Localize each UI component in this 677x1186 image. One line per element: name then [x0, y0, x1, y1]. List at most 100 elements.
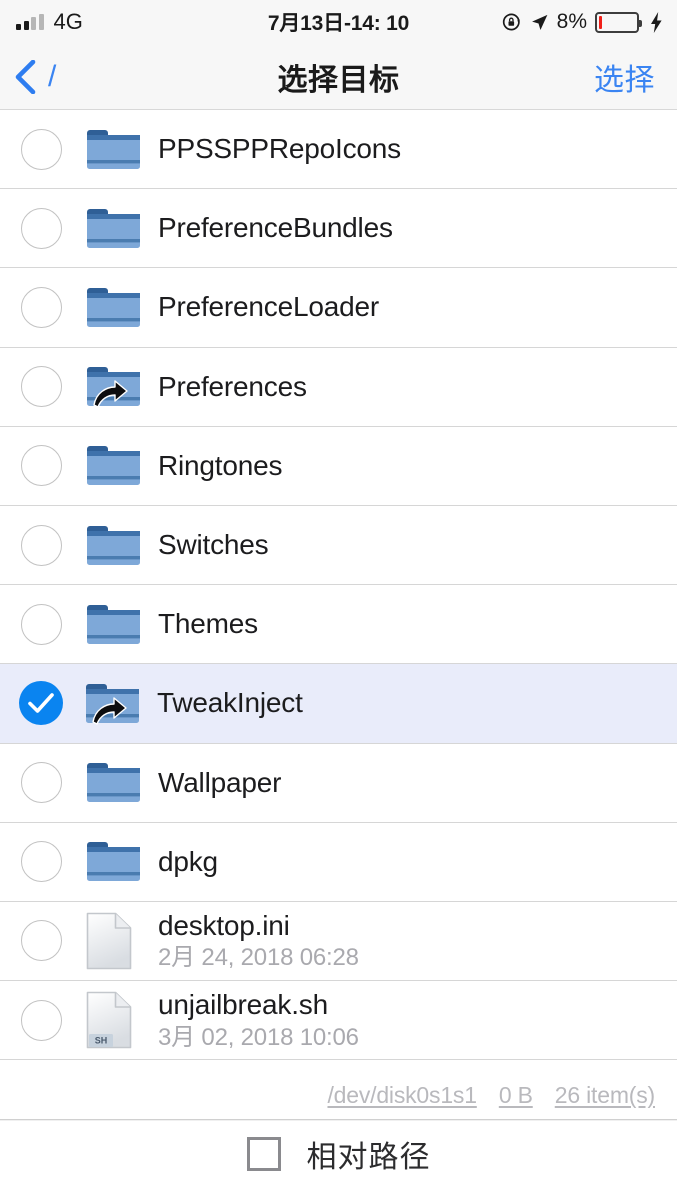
file-icon: SH	[86, 991, 132, 1049]
folder-icon-wrap	[86, 837, 142, 887]
carrier-label: 4G	[53, 9, 83, 34]
row-checkbox-unchecked[interactable]	[21, 603, 62, 645]
folder-icon-wrap	[86, 124, 142, 174]
select-button[interactable]: 选择	[594, 55, 655, 99]
file-meta: desktop.ini 2月 24, 2018 06:28	[158, 910, 359, 972]
file-meta: Preferences	[158, 371, 307, 403]
file-meta: dpkg	[158, 846, 218, 878]
folder-icon	[87, 208, 140, 248]
file-row[interactable]: Wallpaper	[0, 743, 677, 823]
back-button-label[interactable]: /	[48, 61, 56, 92]
file-icon	[86, 912, 132, 970]
file-date: 2月 24, 2018 06:28	[158, 944, 359, 972]
folder-icon-wrap	[86, 599, 142, 649]
folder-icon-wrap	[86, 282, 142, 332]
row-checkbox-unchecked[interactable]	[21, 841, 62, 883]
file-icon-wrap	[86, 912, 142, 970]
file-meta: Wallpaper	[158, 767, 281, 799]
file-row[interactable]: Preferences	[0, 347, 677, 427]
total-size-label: 0 B	[498, 1082, 533, 1108]
folder-icon-wrap	[86, 758, 142, 808]
folder-icon	[87, 446, 140, 486]
phone-screen: 4G 7月13日-14: 10 8% / 选择目标 选择 PPSSPPRepoI…	[0, 0, 677, 1186]
file-row[interactable]: dpkg	[0, 822, 677, 902]
item-count-label: 26 item(s)	[554, 1082, 655, 1108]
folder-icon	[87, 525, 140, 565]
folder-icon	[87, 604, 140, 644]
file-row[interactable]: PreferenceBundles	[0, 189, 677, 269]
file-name: desktop.ini	[158, 910, 290, 942]
file-name: unjailbreak.sh	[158, 989, 328, 1021]
charging-bolt-icon	[647, 11, 663, 33]
file-meta: Themes	[158, 608, 258, 640]
status-bar-left: 4G	[16, 9, 83, 35]
file-name: TweakInject	[157, 687, 303, 719]
page-title: 选择目标	[277, 63, 400, 97]
folder-symlink-icon-wrap	[85, 678, 141, 728]
file-name: dpkg	[158, 845, 218, 877]
file-name: PPSSPPRepoIcons	[158, 133, 401, 164]
bottom-toolbar: 相对路径	[0, 1120, 677, 1186]
folder-symlink-icon	[87, 367, 140, 408]
folder-icon-wrap	[86, 203, 142, 253]
chevron-left-icon[interactable]	[14, 59, 36, 94]
row-checkbox-unchecked[interactable]	[21, 445, 62, 487]
svg-text:SH: SH	[95, 1036, 108, 1046]
file-meta: TweakInject	[157, 687, 303, 719]
file-meta: Ringtones	[158, 450, 282, 482]
file-meta: PPSSPPRepoIcons	[158, 133, 401, 165]
relative-path-label: 相对路径	[306, 1140, 431, 1174]
cellular-signal-icon	[16, 14, 44, 30]
file-name: Ringtones	[158, 449, 283, 481]
file-date: 3月 02, 2018 10:06	[158, 1023, 359, 1051]
file-name: Wallpaper	[158, 766, 282, 798]
row-checkbox-unchecked[interactable]	[21, 762, 62, 804]
file-list[interactable]: PPSSPPRepoIcons PreferenceBundles Prefer…	[0, 110, 677, 1072]
file-meta: PreferenceBundles	[158, 212, 393, 244]
file-row[interactable]: TweakInject	[0, 664, 677, 744]
file-row[interactable]: PPSSPPRepoIcons	[0, 110, 677, 190]
file-row[interactable]: SH unjailbreak.sh 3月 02, 2018 10:06	[0, 981, 677, 1061]
folder-icon-wrap	[86, 520, 142, 570]
file-name: PreferenceBundles	[158, 212, 393, 244]
file-name: Themes	[158, 608, 258, 640]
footer-stats: /dev/disk0s1s1 0 B 26 item(s)	[0, 1072, 677, 1120]
file-meta: unjailbreak.sh 3月 02, 2018 10:06	[158, 989, 359, 1051]
rotation-lock-icon	[502, 12, 522, 32]
row-checkbox-unchecked[interactable]	[21, 999, 62, 1041]
file-meta: Switches	[158, 528, 269, 561]
file-row[interactable]: desktop.ini 2月 24, 2018 06:28	[0, 901, 677, 982]
battery-percent-label: 8%	[556, 10, 587, 33]
row-checkbox-unchecked[interactable]	[21, 366, 62, 408]
status-bar: 4G 7月13日-14: 10 8%	[0, 0, 677, 44]
folder-icon	[87, 287, 140, 327]
file-row[interactable]: PreferenceLoader	[0, 268, 677, 348]
file-meta: PreferenceLoader	[158, 291, 379, 323]
folder-icon-wrap	[86, 441, 142, 491]
file-name: Switches	[158, 528, 269, 560]
battery-icon	[595, 11, 642, 33]
file-row[interactable]: Themes	[0, 585, 677, 665]
device-path-label: /dev/disk0s1s1	[327, 1082, 477, 1108]
folder-symlink-icon-wrap	[86, 362, 142, 412]
folder-icon	[87, 129, 140, 169]
row-checkbox-checked[interactable]	[19, 681, 63, 726]
folder-icon	[87, 842, 140, 882]
relative-path-checkbox[interactable]	[246, 1136, 281, 1171]
row-checkbox-unchecked[interactable]	[21, 524, 62, 566]
file-name: PreferenceLoader	[158, 291, 379, 323]
folder-icon	[87, 763, 140, 803]
row-checkbox-unchecked[interactable]	[21, 207, 62, 249]
navigation-bar: / 选择目标 选择	[0, 44, 677, 110]
row-checkbox-unchecked[interactable]	[21, 920, 62, 962]
folder-symlink-icon	[86, 683, 139, 725]
file-row[interactable]: Ringtones	[0, 426, 677, 506]
row-checkbox-unchecked[interactable]	[21, 128, 62, 170]
status-bar-right: 8%	[502, 10, 663, 34]
file-name: Preferences	[158, 370, 307, 402]
row-checkbox-unchecked[interactable]	[21, 286, 62, 328]
location-arrow-icon	[530, 13, 549, 32]
back-button[interactable]: /	[14, 59, 56, 94]
file-row[interactable]: Switches	[0, 505, 677, 586]
file-icon-wrap: SH	[86, 991, 142, 1049]
